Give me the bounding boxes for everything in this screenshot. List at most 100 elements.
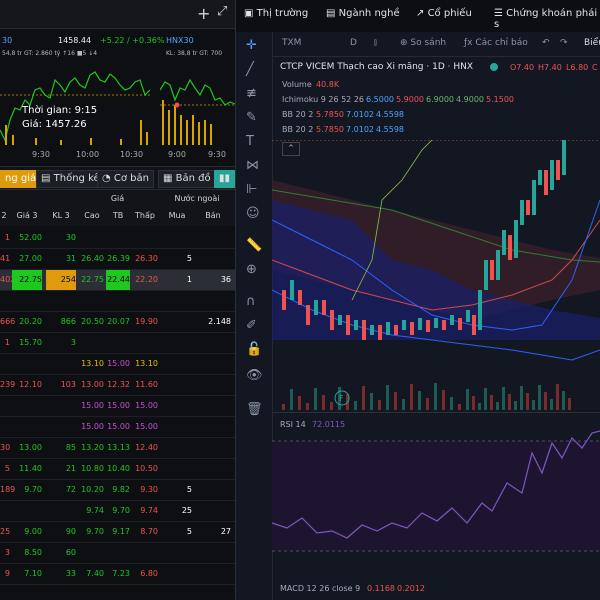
candle bbox=[478, 290, 482, 330]
compare-button[interactable]: ⊕ So sánh bbox=[400, 38, 446, 48]
zoom-icon[interactable]: ⊕ bbox=[246, 262, 257, 277]
lock-icon[interactable]: 🔓 bbox=[246, 342, 262, 357]
emoji-icon[interactable]: ☺ bbox=[246, 206, 260, 221]
chart-toggle-icon[interactable]: ▮▮ bbox=[214, 170, 235, 188]
volume-bar bbox=[496, 402, 499, 410]
cell-thap: 15.00 bbox=[135, 401, 158, 410]
crosshair-icon[interactable]: ✛ bbox=[246, 38, 257, 53]
index-name-vn30[interactable]: 30 bbox=[2, 36, 12, 45]
table-row[interactable]: 30 13.00 85 13.20 13.13 12.40 bbox=[0, 438, 235, 459]
table-row[interactable]: 13.10 15.00 13.10 bbox=[0, 354, 235, 375]
tab-price-board[interactable]: ng giá bbox=[0, 170, 42, 188]
volume-bar bbox=[362, 386, 365, 410]
cell-c2: 239 bbox=[0, 380, 16, 389]
hnx30-intraday-chart[interactable]: 9:00 9:30 bbox=[160, 60, 235, 160]
cell-c2: 666 bbox=[0, 317, 16, 326]
cell-mua: 1 bbox=[186, 275, 192, 284]
expand-icon[interactable]: ⤢ bbox=[217, 4, 227, 19]
chart-tooltip: Thời gian: 9:15 Giá: 1457.26 bbox=[22, 104, 97, 132]
lock-drawing-icon[interactable]: ✐ bbox=[246, 318, 257, 333]
compare-label: So sánh bbox=[410, 38, 447, 48]
cell-tb: 13.13 bbox=[107, 443, 130, 452]
table-row[interactable]: 189 9.70 72 10.20 9.82 9.30 5 bbox=[0, 480, 235, 501]
index-name-hnx30[interactable]: HNX30 bbox=[166, 36, 194, 45]
text-icon[interactable]: T bbox=[246, 134, 254, 149]
redo-icon[interactable]: ↷ bbox=[560, 38, 568, 48]
ohlc-low: L6.80 bbox=[566, 63, 589, 72]
cell-tb: 10.40 bbox=[107, 464, 130, 473]
cell-thap: 26.30 bbox=[135, 254, 158, 263]
table-row[interactable]: 239 12.10 103 13.00 12.32 11.60 bbox=[0, 375, 235, 396]
cell-cao: 20.50 bbox=[81, 317, 104, 326]
table-row[interactable]: 666 20.20 866 20.50 20.07 19.90 2.148 bbox=[0, 312, 235, 333]
volume-bar bbox=[490, 395, 493, 410]
add-icon[interactable]: + bbox=[197, 4, 210, 23]
ichimoku-label: Ichimoku 9 26 52 26 bbox=[282, 95, 364, 104]
cell-mua bbox=[162, 459, 192, 479]
cell-g3: 7.10 bbox=[24, 569, 42, 578]
cell-c2: 25 bbox=[0, 527, 11, 536]
col-high: Cao bbox=[84, 211, 100, 220]
interval-button[interactable]: D bbox=[350, 38, 357, 48]
candle bbox=[362, 320, 366, 340]
volume-bar bbox=[550, 399, 553, 410]
cell-kl3: 72 bbox=[65, 485, 76, 494]
fib-icon[interactable]: ≢ bbox=[246, 86, 257, 101]
cell-mua bbox=[162, 375, 192, 395]
ruler-icon[interactable]: 📏 bbox=[246, 238, 262, 253]
table-row[interactable]: 3 8.50 60 bbox=[0, 543, 235, 564]
nav-market[interactable]: ▣ Thị trường bbox=[244, 8, 308, 19]
undo-icon[interactable]: ↶ bbox=[542, 38, 550, 48]
trendline-icon[interactable]: ╱ bbox=[246, 62, 254, 77]
table-row[interactable]: 1 15.70 3 bbox=[0, 333, 235, 354]
cell-tb bbox=[106, 543, 130, 563]
eye-icon[interactable]: 👁 bbox=[246, 368, 263, 383]
nav-industry[interactable]: ▤ Ngành nghề bbox=[326, 8, 400, 19]
nav-stocks[interactable]: ↗ Cổ phiếu bbox=[416, 8, 472, 19]
pattern-icon[interactable]: ⋈ bbox=[246, 158, 259, 173]
cell-cao: 13.20 bbox=[81, 443, 104, 452]
tab-statistics[interactable]: ▤ Thống kê bbox=[36, 170, 105, 188]
cell-thap: 13.10 bbox=[135, 359, 158, 368]
table-row[interactable]: 1 52.00 30 bbox=[0, 228, 235, 249]
tab-fundamentals[interactable]: ◔ Cơ bản bbox=[97, 170, 154, 188]
cell-kl3 bbox=[46, 396, 76, 416]
tab-map[interactable]: ▦ Bản đồ bbox=[158, 170, 216, 188]
volume-bar bbox=[484, 388, 487, 410]
indicators-button[interactable]: ƒx Các chỉ báo bbox=[464, 38, 528, 48]
table-row[interactable]: 5 11.40 21 10.80 10.40 10.50 bbox=[0, 459, 235, 480]
trash-icon[interactable]: 🗑 bbox=[246, 402, 263, 417]
cell-kl3: 21 bbox=[65, 464, 76, 473]
table-row[interactable]: 25 9.00 90 9.70 9.17 8.70 5 27 bbox=[0, 522, 235, 543]
nav-derivatives[interactable]: ☰ Chứng khoán phái s bbox=[494, 8, 600, 30]
table-row[interactable] bbox=[0, 291, 235, 312]
table-row[interactable]: 9 7.10 33 7.40 7.23 6.80 bbox=[0, 564, 235, 585]
volume-bar bbox=[306, 403, 309, 410]
cell-c2 bbox=[0, 396, 10, 416]
bb2-value-2: 4.5598 bbox=[376, 125, 404, 134]
cell-mua: 5 bbox=[186, 527, 192, 536]
cell-thap bbox=[132, 228, 158, 248]
table-row[interactable]: 402 22.75 254 22.75 22.44 22.20 1 36 bbox=[0, 270, 235, 291]
prediction-icon[interactable]: ⊩ bbox=[246, 182, 257, 197]
table-row[interactable]: 41 27.00 31 26.40 26.39 26.30 5 bbox=[0, 249, 235, 270]
bar-style-icon[interactable]: ⫾ bbox=[374, 38, 377, 48]
brush-icon[interactable]: ✎ bbox=[246, 110, 257, 125]
cell-thap bbox=[132, 291, 158, 311]
price-chart[interactable]: F bbox=[272, 140, 600, 410]
cell-cao: 13.10 bbox=[81, 359, 104, 368]
magnet-icon[interactable]: ∩ bbox=[246, 294, 256, 309]
more-button[interactable]: Biểu bbox=[584, 38, 600, 48]
symbol-label[interactable]: TXM bbox=[282, 38, 301, 48]
cell-c2 bbox=[0, 501, 10, 521]
rsi-pane[interactable]: RSI 14 72.0115 MACD 12 26 close 9 0.1168… bbox=[272, 412, 600, 593]
volume-bar bbox=[514, 401, 517, 410]
table-row[interactable]: 15.00 15.00 15.00 bbox=[0, 396, 235, 417]
candle bbox=[472, 315, 476, 335]
table-row[interactable]: 15.00 15.00 15.00 bbox=[0, 417, 235, 438]
table-row[interactable]: 9.74 9.70 9.74 25 bbox=[0, 501, 235, 522]
candle bbox=[306, 305, 310, 325]
cell-mua bbox=[162, 291, 192, 311]
tab-fundamentals-label: Cơ bản bbox=[113, 173, 149, 184]
tab-map-label: Bản đồ bbox=[175, 173, 211, 184]
